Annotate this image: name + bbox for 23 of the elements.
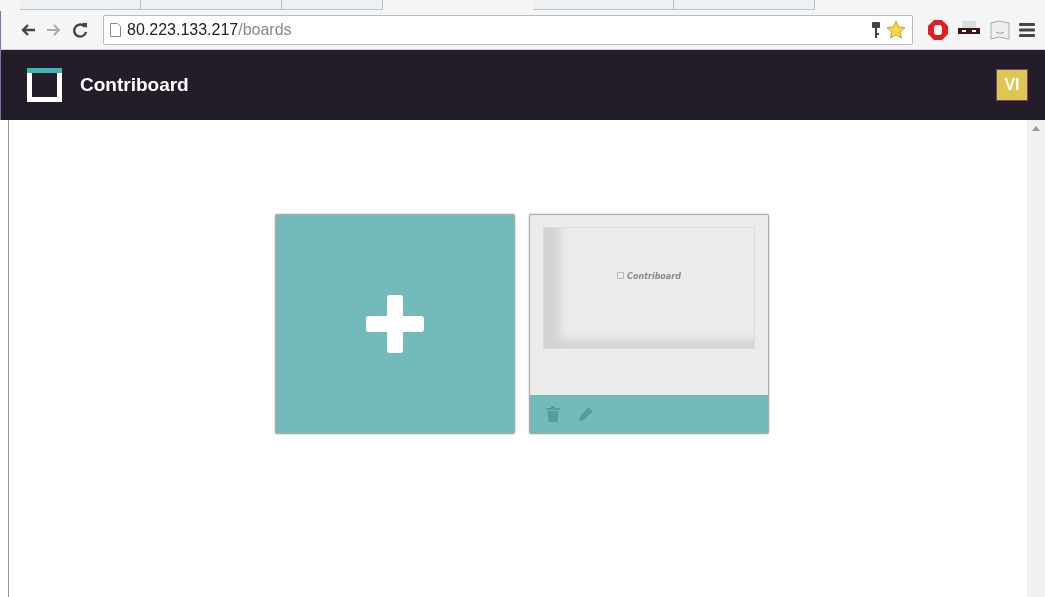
browser-tab[interactable] xyxy=(20,0,141,10)
preview-title: Contriboard xyxy=(627,272,681,281)
scrollbar[interactable] xyxy=(1027,120,1045,597)
menu-icon[interactable] xyxy=(1019,23,1035,37)
app-title: Contriboard xyxy=(80,74,190,96)
board-card[interactable]: Contriboard xyxy=(529,214,769,434)
new-board-tile[interactable] xyxy=(275,214,515,434)
page-icon xyxy=(110,23,121,37)
star-icon[interactable] xyxy=(886,20,906,40)
browser-tab[interactable] xyxy=(533,0,674,10)
user-avatar[interactable]: VI xyxy=(996,69,1028,101)
address-bar[interactable]: 80.223.133.217/boards xyxy=(103,15,913,45)
key-icon[interactable] xyxy=(872,22,880,38)
browser-tab[interactable] xyxy=(141,0,282,10)
logo-icon xyxy=(27,68,62,102)
plus-icon xyxy=(366,295,424,353)
browser-tab[interactable] xyxy=(282,0,383,10)
reload-icon[interactable] xyxy=(71,21,89,39)
logo-icon xyxy=(617,272,625,279)
scroll-up-icon[interactable] xyxy=(1032,126,1040,131)
trash-icon[interactable] xyxy=(546,406,560,422)
pencil-icon[interactable] xyxy=(578,406,594,422)
browser-tab[interactable] xyxy=(674,0,815,10)
